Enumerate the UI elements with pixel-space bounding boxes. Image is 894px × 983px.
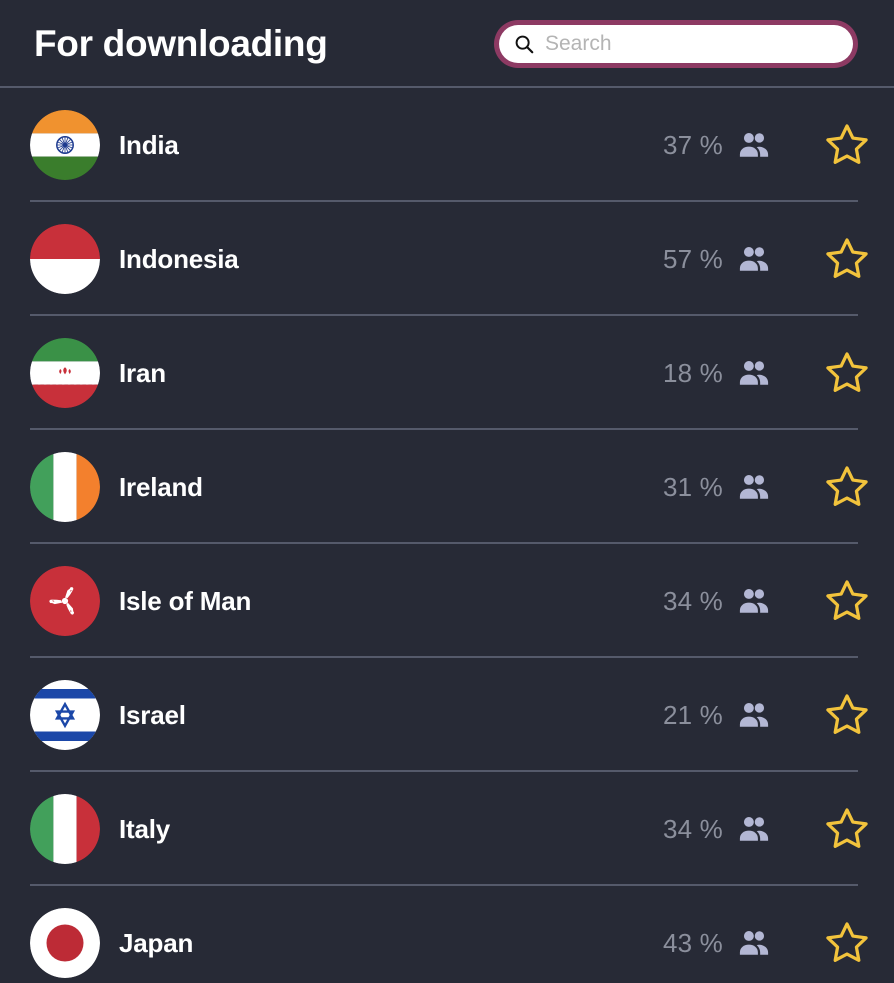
percent-value: 37 % <box>663 130 723 161</box>
country-name: Italy <box>119 814 663 845</box>
star-outline-icon <box>821 689 873 741</box>
favorite-star-button[interactable] <box>820 460 874 514</box>
list-item[interactable]: Indonesia 57 % <box>0 202 894 316</box>
list-item[interactable]: Japan 43 % <box>0 886 894 983</box>
people-icon <box>736 811 772 847</box>
favorite-star-button[interactable] <box>820 688 874 742</box>
star-outline-icon <box>821 233 873 285</box>
list-item[interactable]: India 37 % <box>0 88 894 202</box>
star-outline-icon <box>821 119 873 171</box>
list-item[interactable]: Iran 18 % <box>0 316 894 430</box>
people-icon <box>736 697 772 733</box>
star-outline-icon <box>821 803 873 855</box>
country-name: Ireland <box>119 472 663 503</box>
page-title: For downloading <box>34 23 328 65</box>
people-icon <box>736 355 772 391</box>
star-outline-icon <box>821 917 873 969</box>
israel-flag-icon <box>30 680 100 750</box>
favorite-star-button[interactable] <box>820 346 874 400</box>
people-icon <box>736 583 772 619</box>
country-name: Japan <box>119 928 663 959</box>
country-name: Isle of Man <box>119 586 663 617</box>
japan-flag-icon <box>30 908 100 978</box>
percent-value: 21 % <box>663 700 723 731</box>
search-input[interactable] <box>545 25 839 63</box>
percent-value: 43 % <box>663 928 723 959</box>
favorite-star-button[interactable] <box>820 574 874 628</box>
list-item[interactable]: Ireland 31 % <box>0 430 894 544</box>
italy-flag-icon <box>30 794 100 864</box>
favorite-star-button[interactable] <box>820 916 874 970</box>
country-name: Indonesia <box>119 244 663 275</box>
iran-flag-icon <box>30 338 100 408</box>
favorite-star-button[interactable] <box>820 118 874 172</box>
country-list: India 37 % <box>0 88 894 983</box>
search-icon <box>513 33 535 55</box>
people-icon <box>736 241 772 277</box>
indonesia-flag-icon <box>30 224 100 294</box>
list-item[interactable]: Israel 21 % <box>0 658 894 772</box>
country-name: Israel <box>119 700 663 731</box>
star-outline-icon <box>821 461 873 513</box>
star-outline-icon <box>821 347 873 399</box>
percent-value: 34 % <box>663 586 723 617</box>
country-name: Iran <box>119 358 663 389</box>
people-icon <box>736 469 772 505</box>
isle-of-man-flag-icon <box>30 566 100 636</box>
percent-value: 57 % <box>663 244 723 275</box>
search-field-container[interactable] <box>499 25 853 63</box>
percent-value: 31 % <box>663 472 723 503</box>
india-flag-icon <box>30 110 100 180</box>
favorite-star-button[interactable] <box>820 802 874 856</box>
country-list-screen: For downloading <box>0 0 894 983</box>
header-bar: For downloading <box>0 0 894 88</box>
favorite-star-button[interactable] <box>820 232 874 286</box>
star-outline-icon <box>821 575 873 627</box>
search-box[interactable] <box>494 20 858 68</box>
people-icon <box>736 925 772 961</box>
list-item[interactable]: Isle of Man 34 % <box>0 544 894 658</box>
people-icon <box>736 127 772 163</box>
percent-value: 34 % <box>663 814 723 845</box>
country-name: India <box>119 130 663 161</box>
ireland-flag-icon <box>30 452 100 522</box>
percent-value: 18 % <box>663 358 723 389</box>
list-item[interactable]: Italy 34 % <box>0 772 894 886</box>
